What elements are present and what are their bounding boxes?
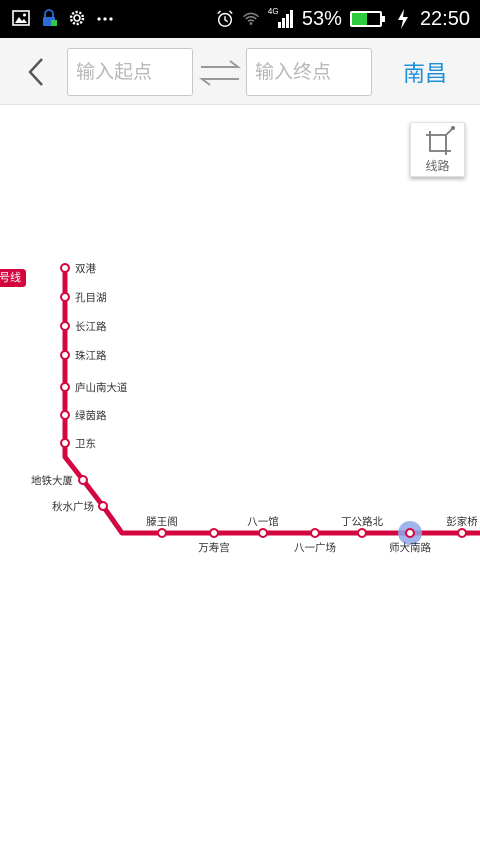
metro-map[interactable]: 双港孔目湖长江路珠江路庐山南大道绿茵路卫东地铁大厦秋水广场滕王阁万寿宫 八一馆八一… <box>0 105 480 854</box>
station-marker[interactable] <box>60 382 70 392</box>
station-label[interactable]: 长江路 <box>75 320 107 333</box>
station-marker[interactable] <box>209 528 219 538</box>
station-marker[interactable] <box>60 350 70 360</box>
start-point-input[interactable] <box>67 48 193 96</box>
metro-line-1 <box>62 268 480 536</box>
station-label[interactable]: 八一馆 <box>247 515 279 528</box>
lock-icon <box>40 9 58 27</box>
station-label[interactable]: 彭家桥 <box>446 515 478 528</box>
station-marker[interactable] <box>258 528 268 538</box>
station-label[interactable]: 八一广场 <box>294 541 336 554</box>
battery-percent: 53% <box>301 7 342 30</box>
settings-icon <box>68 9 86 27</box>
station-label[interactable]: 庐山南大道 <box>75 381 128 394</box>
station-label[interactable]: 丁公路北 <box>341 515 383 528</box>
station-label[interactable]: 珠江路 <box>75 349 107 362</box>
battery-fill <box>351 13 367 25</box>
station-marker[interactable] <box>405 528 415 538</box>
crop-route-icon <box>426 126 455 155</box>
back-button[interactable] <box>18 52 54 92</box>
clock: 22:50 <box>419 7 470 30</box>
station-marker[interactable] <box>98 501 108 511</box>
signal-icon: 4G <box>268 7 294 30</box>
line-badge[interactable]: 号线 <box>0 269 26 287</box>
station-marker[interactable] <box>60 263 70 273</box>
search-header: 南昌 <box>0 38 480 105</box>
station-marker[interactable] <box>457 528 467 538</box>
battery-icon <box>349 11 385 27</box>
station-label[interactable]: 滕王阁 <box>146 515 178 528</box>
station-marker[interactable] <box>60 410 70 420</box>
wifi-icon <box>242 10 260 28</box>
more-icon <box>96 9 114 27</box>
station-label[interactable]: 孔目湖 <box>75 291 107 304</box>
alarm-icon <box>216 10 234 28</box>
station-marker[interactable] <box>357 528 367 538</box>
station-marker[interactable] <box>60 321 70 331</box>
station-label[interactable]: 地铁大厦 <box>31 474 73 487</box>
station-label[interactable]: 师大南路 <box>389 541 431 554</box>
route-button[interactable]: 线路 <box>410 122 465 177</box>
station-marker[interactable] <box>310 528 320 538</box>
route-button-label: 线路 <box>425 159 450 173</box>
chevron-left-icon <box>28 58 43 86</box>
station-marker[interactable] <box>157 528 167 538</box>
swap-arrows-icon <box>199 60 241 86</box>
city-selector[interactable]: 南昌 <box>392 56 458 88</box>
station-label[interactable]: 卫东 <box>75 437 96 450</box>
station-label[interactable]: 双港 <box>75 263 96 275</box>
end-point-input[interactable] <box>246 48 372 96</box>
station-marker[interactable] <box>78 475 88 485</box>
metro-line-map[interactable]: 双港孔目湖长江路珠江路庐山南大道绿茵路卫东地铁大厦秋水广场滕王阁万寿宫 八一馆八一… <box>0 105 480 854</box>
station-label[interactable]: 万寿宫 <box>198 541 230 554</box>
charging-icon <box>394 9 412 29</box>
station-label[interactable]: 绿茵路 <box>75 409 107 422</box>
station-marker[interactable] <box>60 438 70 448</box>
image-icon <box>12 9 30 27</box>
station-marker[interactable] <box>60 292 70 302</box>
station-label[interactable]: 秋水广场 <box>52 500 94 513</box>
swap-button[interactable] <box>198 58 242 88</box>
status-bar: 4G 53% 22:50 <box>0 0 480 38</box>
